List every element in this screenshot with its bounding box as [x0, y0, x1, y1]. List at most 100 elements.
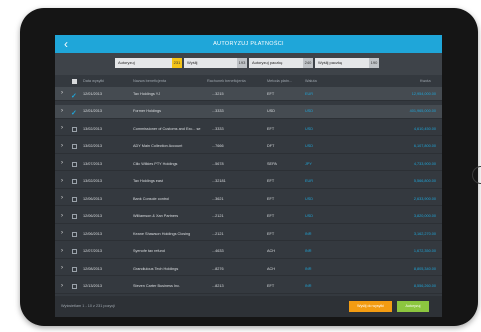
cell-method: EFT — [267, 214, 275, 218]
table-row[interactable]: › 13/02/2013 ADY Main Collection Account..… — [55, 140, 442, 154]
row-checkbox[interactable] — [72, 231, 77, 237]
cell-currency: JPY — [305, 161, 312, 166]
cell-account: ...3215 — [212, 91, 224, 96]
cell-amount: 5,566,800.00 — [413, 179, 436, 183]
row-checkbox[interactable] — [72, 126, 77, 132]
chevron-right-icon[interactable]: › — [61, 283, 63, 289]
table-row[interactable]: › ✓ 12/01/2013 Tax Holdings YJ ...3215 EFT EUR… — [55, 87, 442, 101]
filter-bar: Autoryzuj 231 Wyślij 193 Autoryzuj paczk… — [55, 53, 442, 75]
cell-account: ...2121 — [212, 214, 224, 218]
cell-method: SEPA — [267, 161, 277, 166]
cell-beneficiary: Tax Holdings YJ — [133, 91, 161, 96]
cell-method: USD — [267, 109, 276, 113]
chevron-right-icon[interactable]: › — [61, 230, 63, 236]
filter-label: Autoryzuj — [118, 60, 135, 65]
row-checkbox[interactable] — [72, 249, 77, 254]
table-row[interactable]: › 12/07/2013 Syenofe tax refund ...4633 ACH I… — [55, 245, 442, 259]
cell-amount: 1,672,350.00 — [413, 249, 436, 253]
header-beneficiary[interactable]: Nazwa beneficjenta — [133, 79, 166, 83]
cell-amount: 8,556,260.00 — [413, 284, 436, 288]
cell-date: 12/06/2013 — [83, 214, 103, 218]
table-row[interactable]: › ✓ 12/01/2013 Former Holdings ...3333 USD USD… — [55, 104, 442, 119]
pagination-status: Wyświetlam 1 - 10 z 231 pozycji — [61, 304, 115, 308]
cell-method: EFT — [267, 284, 275, 288]
filter-count-badge: 193 — [237, 58, 247, 68]
select-all-checkbox[interactable] — [72, 79, 77, 84]
chevron-right-icon[interactable]: › — [61, 213, 63, 219]
cell-account: ...7666 — [212, 144, 224, 148]
table-header: Data wysyłki Nazwa beneficjenta Rachunek… — [55, 77, 442, 87]
row-checkbox[interactable] — [72, 284, 77, 289]
cell-beneficiary: Bank Console control — [133, 196, 170, 201]
header-date[interactable]: Data wysyłki — [83, 79, 104, 83]
cell-account: ...2121 — [212, 231, 224, 236]
cell-date: 12/01/2013 — [83, 109, 103, 113]
chevron-right-icon[interactable]: › — [61, 125, 63, 131]
filter-count-badge: 240 — [303, 58, 313, 68]
filter-label: Autoryzuj paczkę — [252, 60, 283, 65]
cell-amount: 4,610,450.00 — [413, 126, 436, 131]
row-checkbox[interactable] — [72, 196, 77, 202]
cell-amount: 3,162,270.00 — [413, 231, 436, 236]
row-checkbox[interactable] — [72, 266, 77, 272]
cell-beneficiary: Syenofe tax refund — [133, 249, 165, 253]
table-row[interactable]: › 12/08/2013 Grandiulous Tech Holdings ...8… — [55, 262, 442, 276]
cell-beneficiary: Keane Shawson Holdings Closing — [133, 231, 191, 236]
header-method[interactable]: Metoda płatn... — [267, 79, 292, 83]
header-currency[interactable]: Waluta — [305, 79, 317, 83]
cell-beneficiary: Williamson & Xan Partners — [133, 214, 179, 218]
home-button[interactable] — [472, 166, 481, 184]
filter-send-batch[interactable]: Wyślij paczkę 190 — [315, 58, 379, 68]
filter-send[interactable]: Wyślij 193 — [184, 58, 247, 68]
chevron-right-icon[interactable]: › — [61, 265, 63, 271]
cell-date: 12/13/2013 — [83, 284, 103, 288]
cell-amount: 8,805,340.00 — [413, 266, 436, 271]
table-row[interactable]: › 12/06/2013 Keane Shawson Holdings Closin… — [55, 227, 442, 241]
row-checkbox[interactable] — [72, 179, 77, 184]
cell-currency: INR — [305, 231, 312, 236]
filter-label: Wyślij — [187, 60, 198, 65]
filter-count-badge: 231 — [172, 58, 182, 68]
cell-currency: INR — [305, 284, 312, 288]
cell-beneficiary: Former Holdings — [133, 109, 162, 113]
chevron-right-icon[interactable]: › — [61, 90, 63, 96]
chevron-right-icon[interactable]: › — [61, 195, 63, 201]
cell-currency: USD — [305, 126, 314, 131]
table-row[interactable]: › 13/02/2013 Commissioner of Customs and E… — [55, 122, 442, 136]
chevron-right-icon[interactable]: › — [61, 160, 63, 166]
cell-beneficiary: Steven Carter Business Inc. — [133, 284, 181, 288]
cell-date: 12/06/2013 — [83, 196, 103, 201]
cell-account: ...5678 — [212, 161, 224, 166]
cell-beneficiary: ADY Main Collection Account — [133, 144, 183, 148]
row-checkbox[interactable] — [72, 161, 77, 167]
cell-amount: 12,954,000.00 — [411, 91, 436, 96]
header-account[interactable]: Rachunek beneficjenta — [207, 79, 246, 83]
chevron-right-icon[interactable]: › — [61, 108, 63, 114]
cell-currency: USD — [305, 196, 314, 201]
chevron-right-icon[interactable]: › — [61, 248, 63, 254]
cell-account: ...32181 — [212, 179, 226, 183]
cell-account: ...3621 — [212, 196, 224, 201]
table-row[interactable]: › 12/13/2013 Steven Carter Business Inc...… — [55, 280, 442, 294]
checkmark-icon[interactable]: ✓ — [71, 92, 77, 100]
cell-beneficiary: Commissioner of Customs and Exc... se — [133, 126, 201, 131]
cell-account: ...8276 — [212, 266, 224, 271]
filter-authorize[interactable]: Autoryzuj 231 — [115, 58, 182, 68]
row-checkbox[interactable] — [72, 144, 77, 149]
header-amount[interactable]: Kwota — [420, 79, 431, 83]
cell-currency: USD — [305, 144, 314, 148]
cell-method: EFT — [267, 179, 275, 183]
table-row[interactable]: › 12/06/2013 Williamson & Xan Partners ...2… — [55, 210, 442, 224]
filter-authorize-batch[interactable]: Autoryzuj paczkę 240 — [249, 58, 313, 68]
table-row[interactable]: › 12/06/2013 Bank Console control ...3621 EF… — [55, 192, 442, 206]
table-row[interactable]: › 13/07/2013 Cilic Wilkies PTY Holdings...… — [55, 157, 442, 171]
chevron-right-icon[interactable]: › — [61, 178, 63, 184]
cell-beneficiary: Grandiulous Tech Holdings — [133, 266, 179, 271]
table-row[interactable]: › 13/02/2013 Tax Holdings east ...32181 EFT E… — [55, 175, 442, 189]
chevron-right-icon[interactable]: › — [61, 143, 63, 149]
cell-method: EFT — [267, 91, 275, 96]
send-to-dispatch-button[interactable]: Wyślij do wysyłki — [349, 301, 392, 312]
checkmark-icon[interactable]: ✓ — [71, 109, 77, 117]
authorize-button[interactable]: Autoryzuj — [397, 301, 429, 312]
row-checkbox[interactable] — [72, 214, 77, 219]
